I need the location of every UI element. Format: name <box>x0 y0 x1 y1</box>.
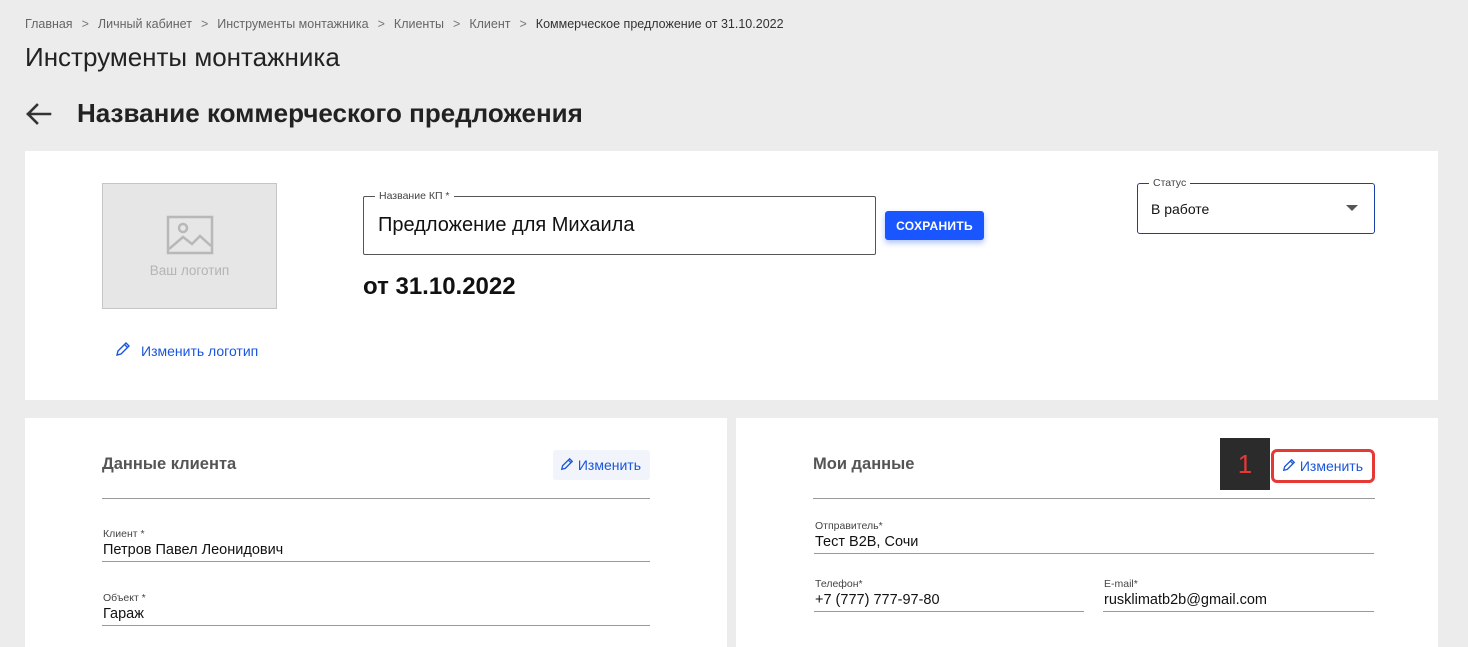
breadcrumb-clients[interactable]: Клиенты <box>394 17 444 31</box>
logo-placeholder[interactable]: Ваш логотип <box>102 183 277 309</box>
client-label: Клиент * <box>103 528 145 540</box>
phone-field[interactable]: Телефон* +7 (777) 777-97-80 <box>814 578 1084 612</box>
pencil-icon <box>115 341 131 360</box>
breadcrumb-separator: > <box>453 17 461 31</box>
client-value: Петров Павел Леонидович <box>103 542 284 558</box>
object-label: Объект * <box>103 592 146 604</box>
my-data-card: 1 Мои данные Изменить Отправитель* Тест … <box>736 418 1438 647</box>
email-label: E-mail* <box>1104 578 1138 590</box>
client-field[interactable]: Клиент * Петров Павел Леонидович <box>102 528 650 562</box>
edit-client-button[interactable]: Изменить <box>552 450 650 480</box>
proposal-date: от 31.10.2022 <box>363 273 516 300</box>
email-field[interactable]: E-mail* rusklimatb2b@gmail.com <box>1103 578 1374 612</box>
breadcrumb: Главная > Личный кабинет > Инструменты м… <box>25 17 784 31</box>
caret-down-icon <box>1346 205 1358 211</box>
breadcrumb-separator: > <box>377 17 385 31</box>
pencil-icon <box>1282 458 1296 475</box>
arrow-left-icon[interactable] <box>25 100 53 128</box>
breadcrumb-separator: > <box>81 17 89 31</box>
breadcrumb-separator: > <box>200 17 209 31</box>
image-placeholder-icon <box>166 215 213 254</box>
edit-my-data-button[interactable]: Изменить <box>1270 449 1375 483</box>
edit-my-data-label: Изменить <box>1299 458 1363 474</box>
breadcrumb-separator: > <box>519 17 527 31</box>
phone-value: +7 (777) 777-97-80 <box>815 592 940 608</box>
object-value: Гараж <box>103 606 144 622</box>
status-value: В работе <box>1151 201 1210 217</box>
proposal-name-input[interactable]: Название КП * Предложение для Михаила <box>363 190 876 255</box>
change-logo-label: Изменить логотип <box>141 342 259 359</box>
proposal-name-value: Предложение для Михаила <box>378 214 635 236</box>
breadcrumb-current: Коммерческое предложение от 31.10.2022 <box>535 17 784 31</box>
proposal-name-label: Название КП * <box>375 190 454 202</box>
breadcrumb-installer-tools[interactable]: Инструменты монтажника <box>217 17 368 31</box>
change-logo-button[interactable]: Изменить логотип <box>115 341 258 360</box>
pencil-icon <box>560 457 574 474</box>
breadcrumb-home[interactable]: Главная <box>25 17 73 31</box>
section-title: Название коммерческого предложения <box>77 98 583 128</box>
my-panel-header: Мои данные Изменить <box>813 448 1375 499</box>
section-header: Название коммерческого предложения <box>25 98 583 129</box>
page-title: Инструменты монтажника <box>25 42 340 72</box>
client-data-card: Данные клиента Изменить Клиент * Петров … <box>25 418 727 647</box>
status-label: Статус <box>1149 177 1191 189</box>
status-select[interactable]: Статус В работе <box>1137 177 1375 234</box>
email-value: rusklimatb2b@gmail.com <box>1104 592 1267 608</box>
breadcrumb-account[interactable]: Личный кабинет <box>98 17 192 31</box>
my-panel-title: Мои данные <box>813 455 915 473</box>
sender-field[interactable]: Отправитель* Тест B2B, Сочи <box>814 520 1374 554</box>
client-panel-title: Данные клиента <box>102 455 237 473</box>
sender-value: Тест B2B, Сочи <box>815 534 919 550</box>
object-field[interactable]: Объект * Гараж <box>102 592 650 626</box>
client-panel-header: Данные клиента Изменить <box>102 448 650 499</box>
logo-placeholder-text: Ваш логотип <box>149 262 230 278</box>
proposal-header-card: Ваш логотип Изменить логотип Название КП… <box>25 151 1438 400</box>
edit-client-label: Изменить <box>577 457 641 473</box>
breadcrumb-client[interactable]: Клиент <box>469 17 510 31</box>
save-button[interactable]: СОХРАНИТЬ <box>885 211 984 240</box>
phone-label: Телефон* <box>815 578 863 590</box>
sender-label: Отправитель* <box>815 520 883 532</box>
